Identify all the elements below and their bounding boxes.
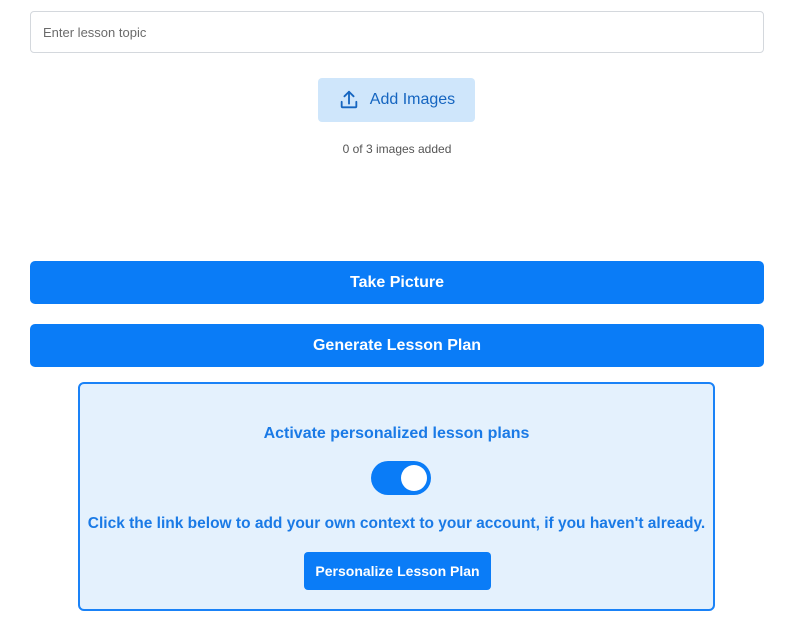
take-picture-button[interactable]: Take Picture (30, 261, 764, 304)
images-count-text: 0 of 3 images added (342, 142, 452, 156)
upload-icon (338, 89, 360, 111)
personalization-title: Activate personalized lesson plans (263, 425, 530, 442)
personalization-toggle[interactable] (371, 461, 431, 495)
personalization-card: Activate personalized lesson plans Click… (78, 382, 715, 611)
generate-lesson-plan-button[interactable]: Generate Lesson Plan (30, 324, 764, 367)
lesson-topic-input[interactable] (30, 11, 764, 53)
toggle-knob (401, 465, 427, 491)
add-images-label: Add Images (369, 91, 456, 108)
personalization-description: Click the link below to add your own con… (87, 515, 706, 532)
add-images-button[interactable]: Add Images (318, 78, 475, 122)
personalize-lesson-plan-button[interactable]: Personalize Lesson Plan (304, 552, 491, 590)
